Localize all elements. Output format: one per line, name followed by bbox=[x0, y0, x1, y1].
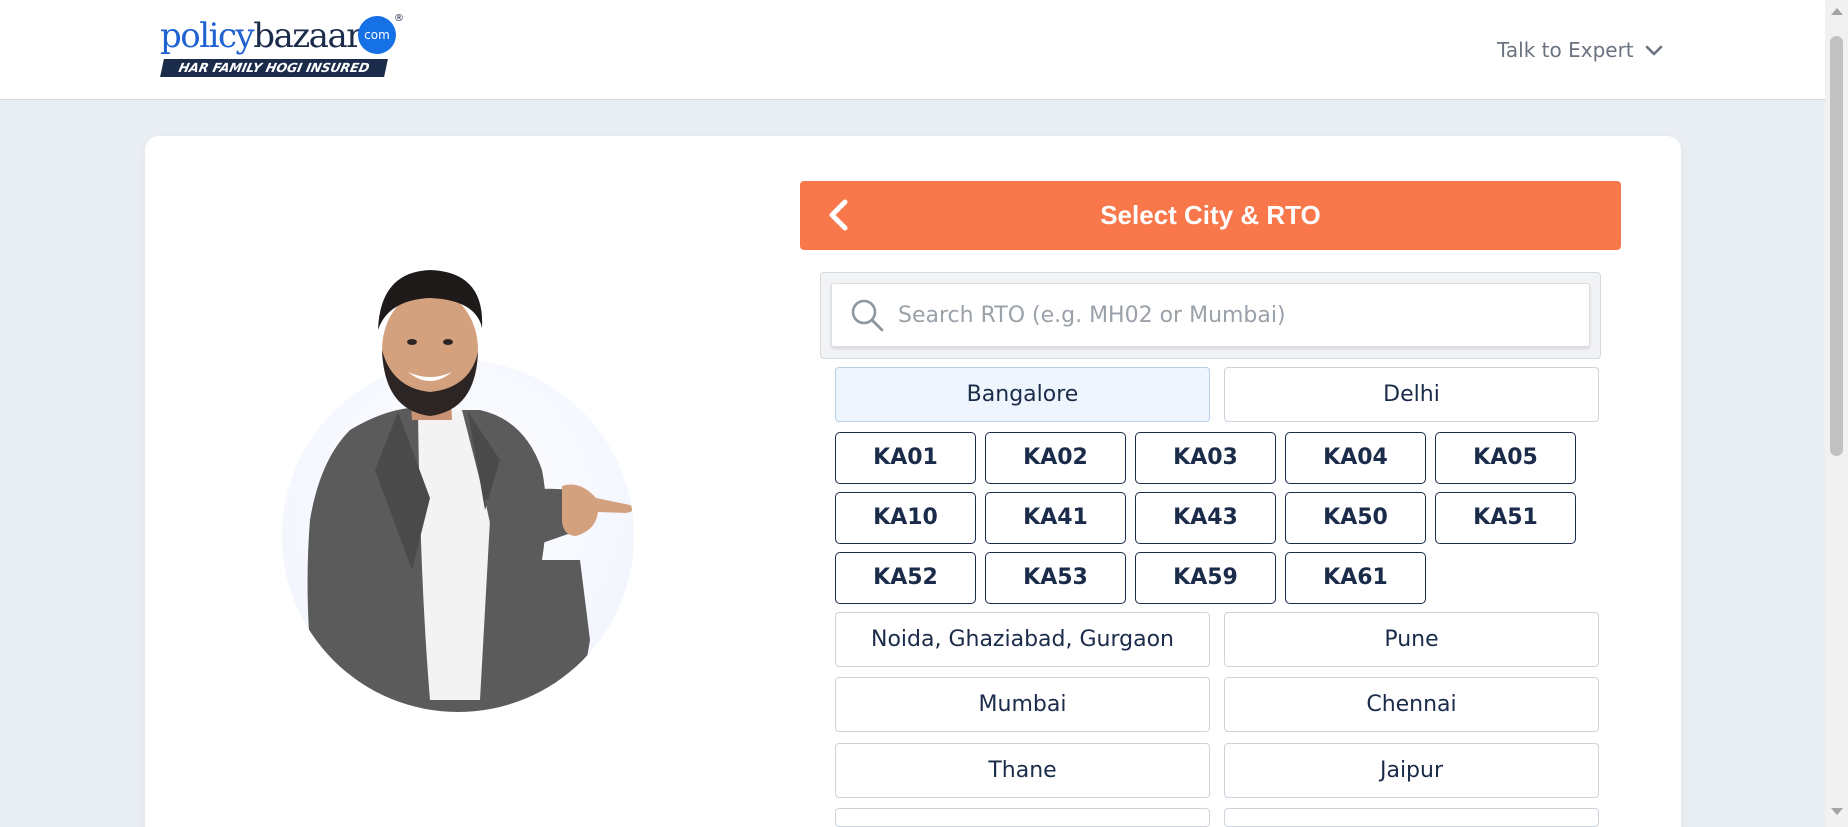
rto-option[interactable]: KA50 bbox=[1285, 492, 1426, 544]
back-button[interactable] bbox=[818, 195, 858, 235]
search-icon bbox=[851, 299, 884, 332]
logo-registered-mark: ® bbox=[394, 13, 404, 24]
scroll-down-arrow-icon[interactable] bbox=[1831, 808, 1843, 815]
select-city-header: Select City & RTO bbox=[800, 181, 1621, 250]
top-header: policybazaar com ® HAR FAMILY HOGI INSUR… bbox=[0, 0, 1825, 100]
rto-option[interactable]: KA04 bbox=[1285, 432, 1426, 484]
city-option-thane[interactable]: Thane bbox=[835, 743, 1210, 798]
city-option-partial[interactable] bbox=[1224, 808, 1599, 827]
rto-option[interactable]: KA59 bbox=[1135, 552, 1276, 604]
rto-option[interactable]: KA10 bbox=[835, 492, 976, 544]
page-scrollbar[interactable] bbox=[1825, 0, 1848, 827]
rto-option[interactable]: KA02 bbox=[985, 432, 1126, 484]
scroll-thumb[interactable] bbox=[1830, 36, 1843, 456]
brand-ambassador-image bbox=[280, 260, 640, 730]
talk-to-expert-label: Talk to Expert bbox=[1497, 38, 1634, 62]
rto-search-input[interactable] bbox=[898, 284, 1578, 346]
city-option-delhi[interactable]: Delhi bbox=[1224, 367, 1599, 422]
city-option-bangalore[interactable]: Bangalore bbox=[835, 367, 1210, 422]
rto-option[interactable]: KA41 bbox=[985, 492, 1126, 544]
rto-option[interactable]: KA01 bbox=[835, 432, 976, 484]
city-option-jaipur[interactable]: Jaipur bbox=[1224, 743, 1599, 798]
talk-to-expert-dropdown[interactable]: Talk to Expert bbox=[1497, 36, 1664, 64]
logo-word-policy: policy bbox=[160, 16, 255, 56]
panel-title: Select City & RTO bbox=[1100, 200, 1321, 230]
scroll-up-arrow-icon[interactable] bbox=[1831, 8, 1843, 15]
city-option-mumbai[interactable]: Mumbai bbox=[835, 677, 1210, 732]
rto-option[interactable]: KA05 bbox=[1435, 432, 1576, 484]
logo-wordmark: policybazaar bbox=[160, 16, 362, 56]
search-box[interactable] bbox=[831, 283, 1590, 347]
policybazaar-logo[interactable]: policybazaar com ® HAR FAMILY HOGI INSUR… bbox=[160, 13, 405, 80]
city-option-noida-ghaziabad-gurgaon[interactable]: Noida, Ghaziabad, Gurgaon bbox=[835, 612, 1210, 667]
rto-option[interactable]: KA52 bbox=[835, 552, 976, 604]
chevron-left-icon bbox=[829, 199, 848, 231]
logo-tagline: HAR FAMILY HOGI INSURED bbox=[160, 59, 388, 77]
city-option-partial[interactable] bbox=[835, 808, 1210, 827]
rto-option[interactable]: KA51 bbox=[1435, 492, 1576, 544]
person-pointing-illustration bbox=[307, 270, 635, 712]
rto-option[interactable]: KA43 bbox=[1135, 492, 1276, 544]
city-option-chennai[interactable]: Chennai bbox=[1224, 677, 1599, 732]
rto-option[interactable]: KA61 bbox=[1285, 552, 1426, 604]
rto-option[interactable]: KA03 bbox=[1135, 432, 1276, 484]
chevron-down-icon bbox=[1645, 45, 1662, 56]
city-option-pune[interactable]: Pune bbox=[1224, 612, 1599, 667]
rto-option[interactable]: KA53 bbox=[985, 552, 1126, 604]
search-container bbox=[820, 272, 1601, 359]
logo-word-bazaar: bazaar bbox=[253, 16, 362, 56]
logo-com-badge: com bbox=[358, 16, 396, 54]
